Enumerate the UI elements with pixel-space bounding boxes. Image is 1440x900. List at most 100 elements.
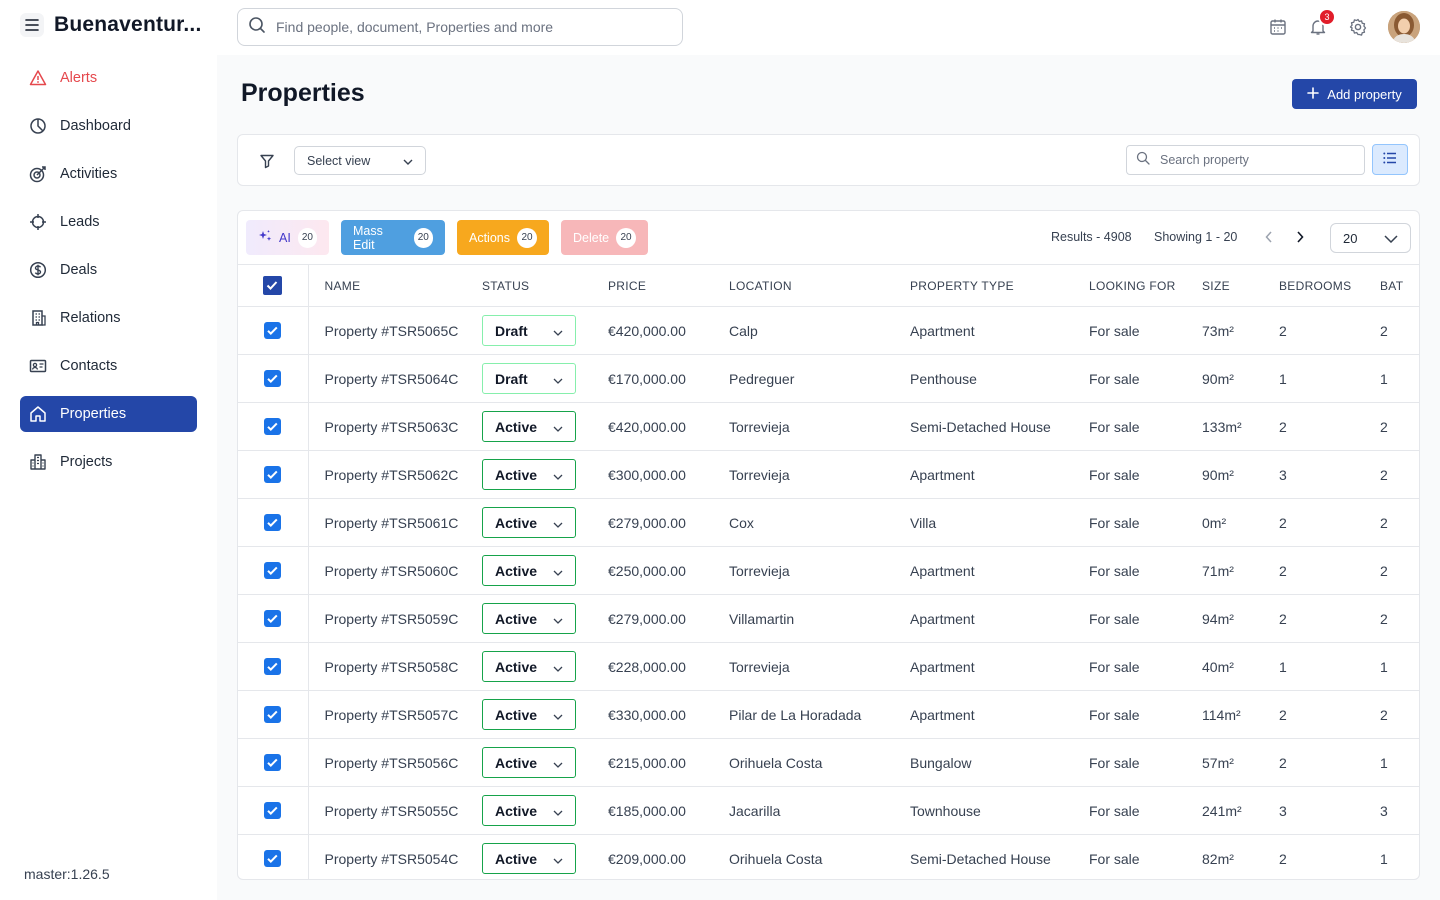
add-property-button[interactable]: Add property xyxy=(1292,79,1417,109)
row-checkbox[interactable] xyxy=(238,834,309,879)
row-checkbox[interactable] xyxy=(238,306,309,355)
table-row[interactable]: Property #TSR5065C Draft €420,000.00 Calp Ap… xyxy=(238,306,1419,355)
bell-icon[interactable]: 3 xyxy=(1308,8,1336,37)
status-dropdown[interactable]: Active xyxy=(482,795,576,826)
property-name[interactable]: Property #TSR5064C xyxy=(308,354,482,403)
property-search-input[interactable] xyxy=(1160,153,1350,167)
column-header-size[interactable]: SIZE xyxy=(1202,264,1279,307)
property-name[interactable]: Property #TSR5059C xyxy=(308,594,482,643)
status-dropdown[interactable]: Draft xyxy=(482,315,576,346)
row-checkbox[interactable] xyxy=(238,498,309,547)
property-name[interactable]: Property #TSR5056C xyxy=(308,738,482,787)
delete-button[interactable]: Delete 20 xyxy=(561,220,648,255)
table-row[interactable]: Property #TSR5061C Active €279,000.00 Cox Vi… xyxy=(238,498,1419,547)
status-dropdown[interactable]: Draft xyxy=(482,363,576,394)
row-checkbox[interactable] xyxy=(238,738,309,787)
id-card-icon xyxy=(29,357,47,375)
status-dropdown[interactable]: Active xyxy=(482,555,576,586)
ai-button[interactable]: AI 20 xyxy=(246,220,329,255)
sidebar-item-relations[interactable]: Relations xyxy=(20,300,197,336)
property-name[interactable]: Property #TSR5057C xyxy=(308,690,482,739)
column-header-name[interactable]: NAME xyxy=(308,264,482,307)
column-header-price[interactable]: PRICE xyxy=(608,264,729,307)
column-header-bedrooms[interactable]: BEDROOMS xyxy=(1279,264,1380,307)
row-checkbox[interactable] xyxy=(238,642,309,691)
calendar-icon[interactable] xyxy=(1268,17,1288,37)
sidebar-item-activities[interactable]: Activities xyxy=(20,156,197,192)
bedrooms: 2 xyxy=(1279,546,1380,595)
column-header-looking-for[interactable]: LOOKING FOR xyxy=(1089,264,1202,307)
status-cell: Draft xyxy=(482,306,608,355)
sidebar-item-contacts[interactable]: Contacts xyxy=(20,348,197,384)
status-dropdown[interactable]: Active xyxy=(482,603,576,634)
sidebar-item-deals[interactable]: Deals xyxy=(20,252,197,288)
row-checkbox[interactable] xyxy=(238,450,309,499)
sidebar-item-label: Activities xyxy=(60,166,118,182)
row-checkbox[interactable] xyxy=(238,354,309,403)
status-dropdown[interactable]: Active xyxy=(482,651,576,682)
table-row[interactable]: Property #TSR5059C Active €279,000.00 Villa… xyxy=(238,594,1419,643)
global-search-input[interactable] xyxy=(276,19,656,35)
status-dropdown[interactable]: Active xyxy=(482,459,576,490)
mass-edit-button[interactable]: Mass Edit 20 xyxy=(341,220,445,255)
property-name[interactable]: Property #TSR5060C xyxy=(308,546,482,595)
price: €300,000.00 xyxy=(608,450,729,499)
sidebar-item-alerts[interactable]: Alerts xyxy=(20,60,197,96)
status-dropdown[interactable]: Active xyxy=(482,747,576,778)
chevron-right-icon[interactable] xyxy=(1291,228,1309,246)
brand-name[interactable]: Buenaventur... xyxy=(54,13,202,37)
column-header-status[interactable]: STATUS xyxy=(482,264,608,307)
bedrooms: 2 xyxy=(1279,738,1380,787)
global-search[interactable] xyxy=(237,8,683,46)
row-checkbox[interactable] xyxy=(238,594,309,643)
property-name[interactable]: Property #TSR5062C xyxy=(308,450,482,499)
menu-icon[interactable] xyxy=(20,13,44,37)
list-view-button[interactable] xyxy=(1372,144,1408,175)
column-header-location[interactable]: LOCATION xyxy=(729,264,910,307)
filter-icon[interactable] xyxy=(256,151,278,171)
table-row[interactable]: Property #TSR5058C Active €228,000.00 Torre… xyxy=(238,642,1419,691)
property-type: Villa xyxy=(910,498,1089,547)
sidebar-item-projects[interactable]: Projects xyxy=(20,444,197,480)
table-row[interactable]: Property #TSR5063C Active €420,000.00 Torre… xyxy=(238,402,1419,451)
actions-button[interactable]: Actions 20 xyxy=(457,220,549,255)
property-name[interactable]: Property #TSR5063C xyxy=(308,402,482,451)
property-name[interactable]: Property #TSR5061C xyxy=(308,498,482,547)
status-dropdown[interactable]: Active xyxy=(482,411,576,442)
select-view-dropdown[interactable]: Select view xyxy=(294,146,426,175)
gear-icon[interactable] xyxy=(1348,17,1368,37)
status-dropdown[interactable]: Active xyxy=(482,699,576,730)
bedrooms: 2 xyxy=(1279,306,1380,355)
status-cell: Active xyxy=(482,402,608,451)
chevron-left-icon[interactable] xyxy=(1260,228,1278,246)
row-checkbox[interactable] xyxy=(238,546,309,595)
status-value: Active xyxy=(495,850,538,867)
sidebar-item-leads[interactable]: Leads xyxy=(20,204,197,240)
property-name[interactable]: Property #TSR5058C xyxy=(308,642,482,691)
column-header-property-type[interactable]: PROPERTY TYPE xyxy=(910,264,1089,307)
row-checkbox[interactable] xyxy=(238,402,309,451)
property-search[interactable] xyxy=(1126,145,1365,175)
page-size-select[interactable]: 20 xyxy=(1330,223,1411,253)
status-dropdown[interactable]: Active xyxy=(482,843,576,874)
bathrooms: 1 xyxy=(1380,354,1419,403)
status-dropdown[interactable]: Active xyxy=(482,507,576,538)
select-all-checkbox[interactable] xyxy=(238,264,309,307)
table-row[interactable]: Property #TSR5062C Active €300,000.00 Torre… xyxy=(238,450,1419,499)
column-header-bathrooms[interactable]: BAT xyxy=(1380,264,1419,307)
bathrooms: 2 xyxy=(1380,594,1419,643)
avatar[interactable] xyxy=(1388,11,1420,43)
row-checkbox[interactable] xyxy=(238,786,309,835)
table-row[interactable]: Property #TSR5055C Active €185,000.00 Jacar… xyxy=(238,786,1419,835)
sidebar-item-properties[interactable]: Properties xyxy=(20,396,197,432)
table-row[interactable]: Property #TSR5060C Active €250,000.00 Torre… xyxy=(238,546,1419,595)
property-name[interactable]: Property #TSR5054C xyxy=(308,834,482,879)
row-checkbox[interactable] xyxy=(238,690,309,739)
sidebar-item-dashboard[interactable]: Dashboard xyxy=(20,108,197,144)
table-row[interactable]: Property #TSR5056C Active €215,000.00 Orihu… xyxy=(238,738,1419,787)
table-row[interactable]: Property #TSR5054C Active €209,000.00 Orihu… xyxy=(238,834,1419,879)
property-name[interactable]: Property #TSR5055C xyxy=(308,786,482,835)
table-row[interactable]: Property #TSR5064C Draft €170,000.00 Pedreg… xyxy=(238,354,1419,403)
table-row[interactable]: Property #TSR5057C Active €330,000.00 Pilar… xyxy=(238,690,1419,739)
property-name[interactable]: Property #TSR5065C xyxy=(308,306,482,355)
